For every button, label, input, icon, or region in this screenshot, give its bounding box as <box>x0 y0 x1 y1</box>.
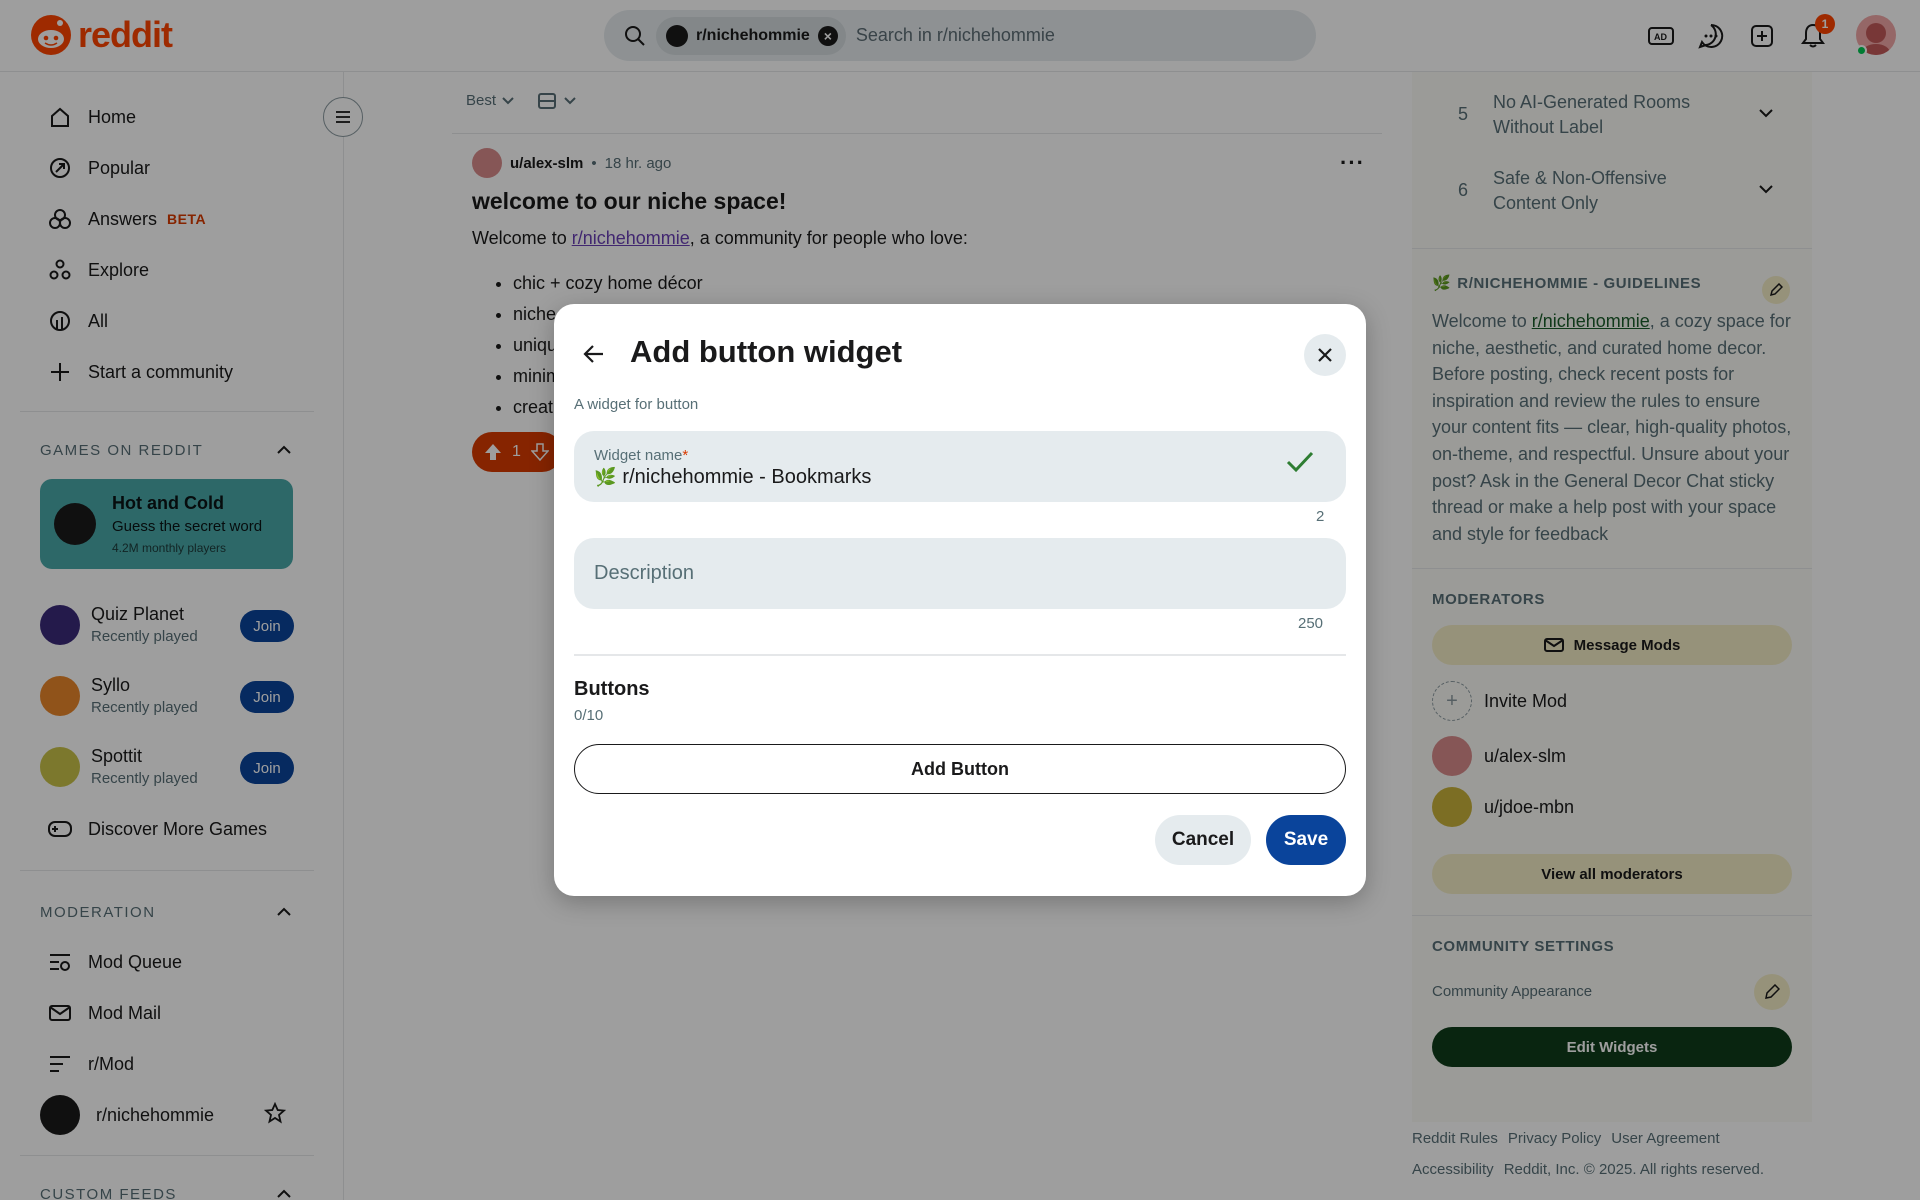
close-icon[interactable] <box>1304 334 1346 376</box>
save-button[interactable]: Save <box>1266 815 1346 865</box>
description-counter: 250 <box>1298 615 1324 632</box>
leaf-icon: 🌿 <box>594 467 617 487</box>
widget-name-field[interactable]: Widget name* 🌿 r/nichehommie - Bookmarks <box>574 431 1346 502</box>
buttons-heading: Buttons <box>574 678 650 700</box>
modal-title: Add button widget <box>630 334 903 369</box>
add-button-widget-modal: Add button widget A widget for button Wi… <box>554 304 1366 896</box>
widget-name-value-row: 🌿 r/nichehommie - Bookmarks <box>594 466 871 489</box>
widget-name-label: Widget name* <box>594 447 688 464</box>
widget-name-input[interactable]: r/nichehommie - Bookmarks <box>622 466 871 489</box>
description-field[interactable]: Description <box>574 538 1346 609</box>
check-icon <box>1286 451 1314 478</box>
cancel-button[interactable]: Cancel <box>1155 815 1251 865</box>
description-placeholder: Description <box>594 562 695 584</box>
widget-name-label-text: Widget name <box>594 447 683 464</box>
buttons-count: 0/10 <box>574 707 604 724</box>
back-arrow-icon[interactable] <box>574 334 614 374</box>
required-asterisk: * <box>682 447 689 464</box>
add-button-button[interactable]: Add Button <box>574 744 1346 794</box>
modal-divider <box>574 654 1346 656</box>
widget-name-counter: 2 <box>1316 508 1325 525</box>
modal-subtitle: A widget for button <box>574 396 699 413</box>
